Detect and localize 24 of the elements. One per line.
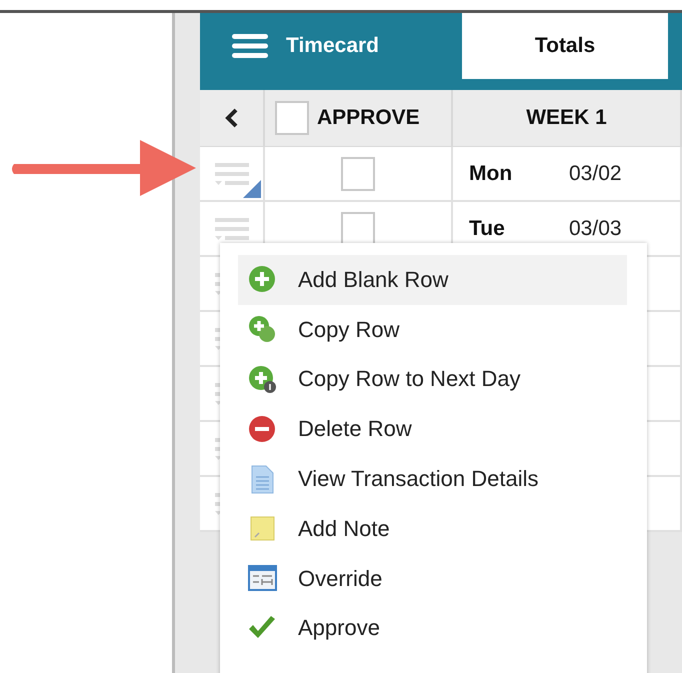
day-label: Tue [469,216,506,240]
minus-circle-icon [247,414,278,445]
menu-item[interactable]: Override [238,554,627,604]
tab[interactable]: Totals [462,13,668,79]
menu-item[interactable]: Add Blank Row [238,255,627,305]
date-label: 03/03 [569,216,622,240]
checkbox[interactable] [341,212,375,246]
menu-icon[interactable] [232,33,268,59]
day-label: Mon [469,162,514,186]
back-chevron-icon[interactable] [224,108,238,128]
checkbox[interactable] [275,101,309,135]
menu-item[interactable]: Approve [238,604,627,654]
column-header: WEEK 1 [526,106,607,130]
column-header: APPROVE [317,106,420,130]
date-label: 03/02 [569,162,622,186]
checkbox[interactable] [341,156,375,190]
menu-item[interactable]: View Transaction Details [238,454,627,504]
menu-item[interactable]: Delete Row [238,404,627,454]
menu-item[interactable]: Copy Row [238,304,627,355]
plus-circle-badge-icon [247,364,278,395]
row-menu-icon[interactable] [214,162,248,184]
row-menu-icon[interactable] [214,218,248,240]
menu-item[interactable]: Copy Row to Next Day [238,354,627,404]
menu-item[interactable]: Add Note [238,504,627,554]
